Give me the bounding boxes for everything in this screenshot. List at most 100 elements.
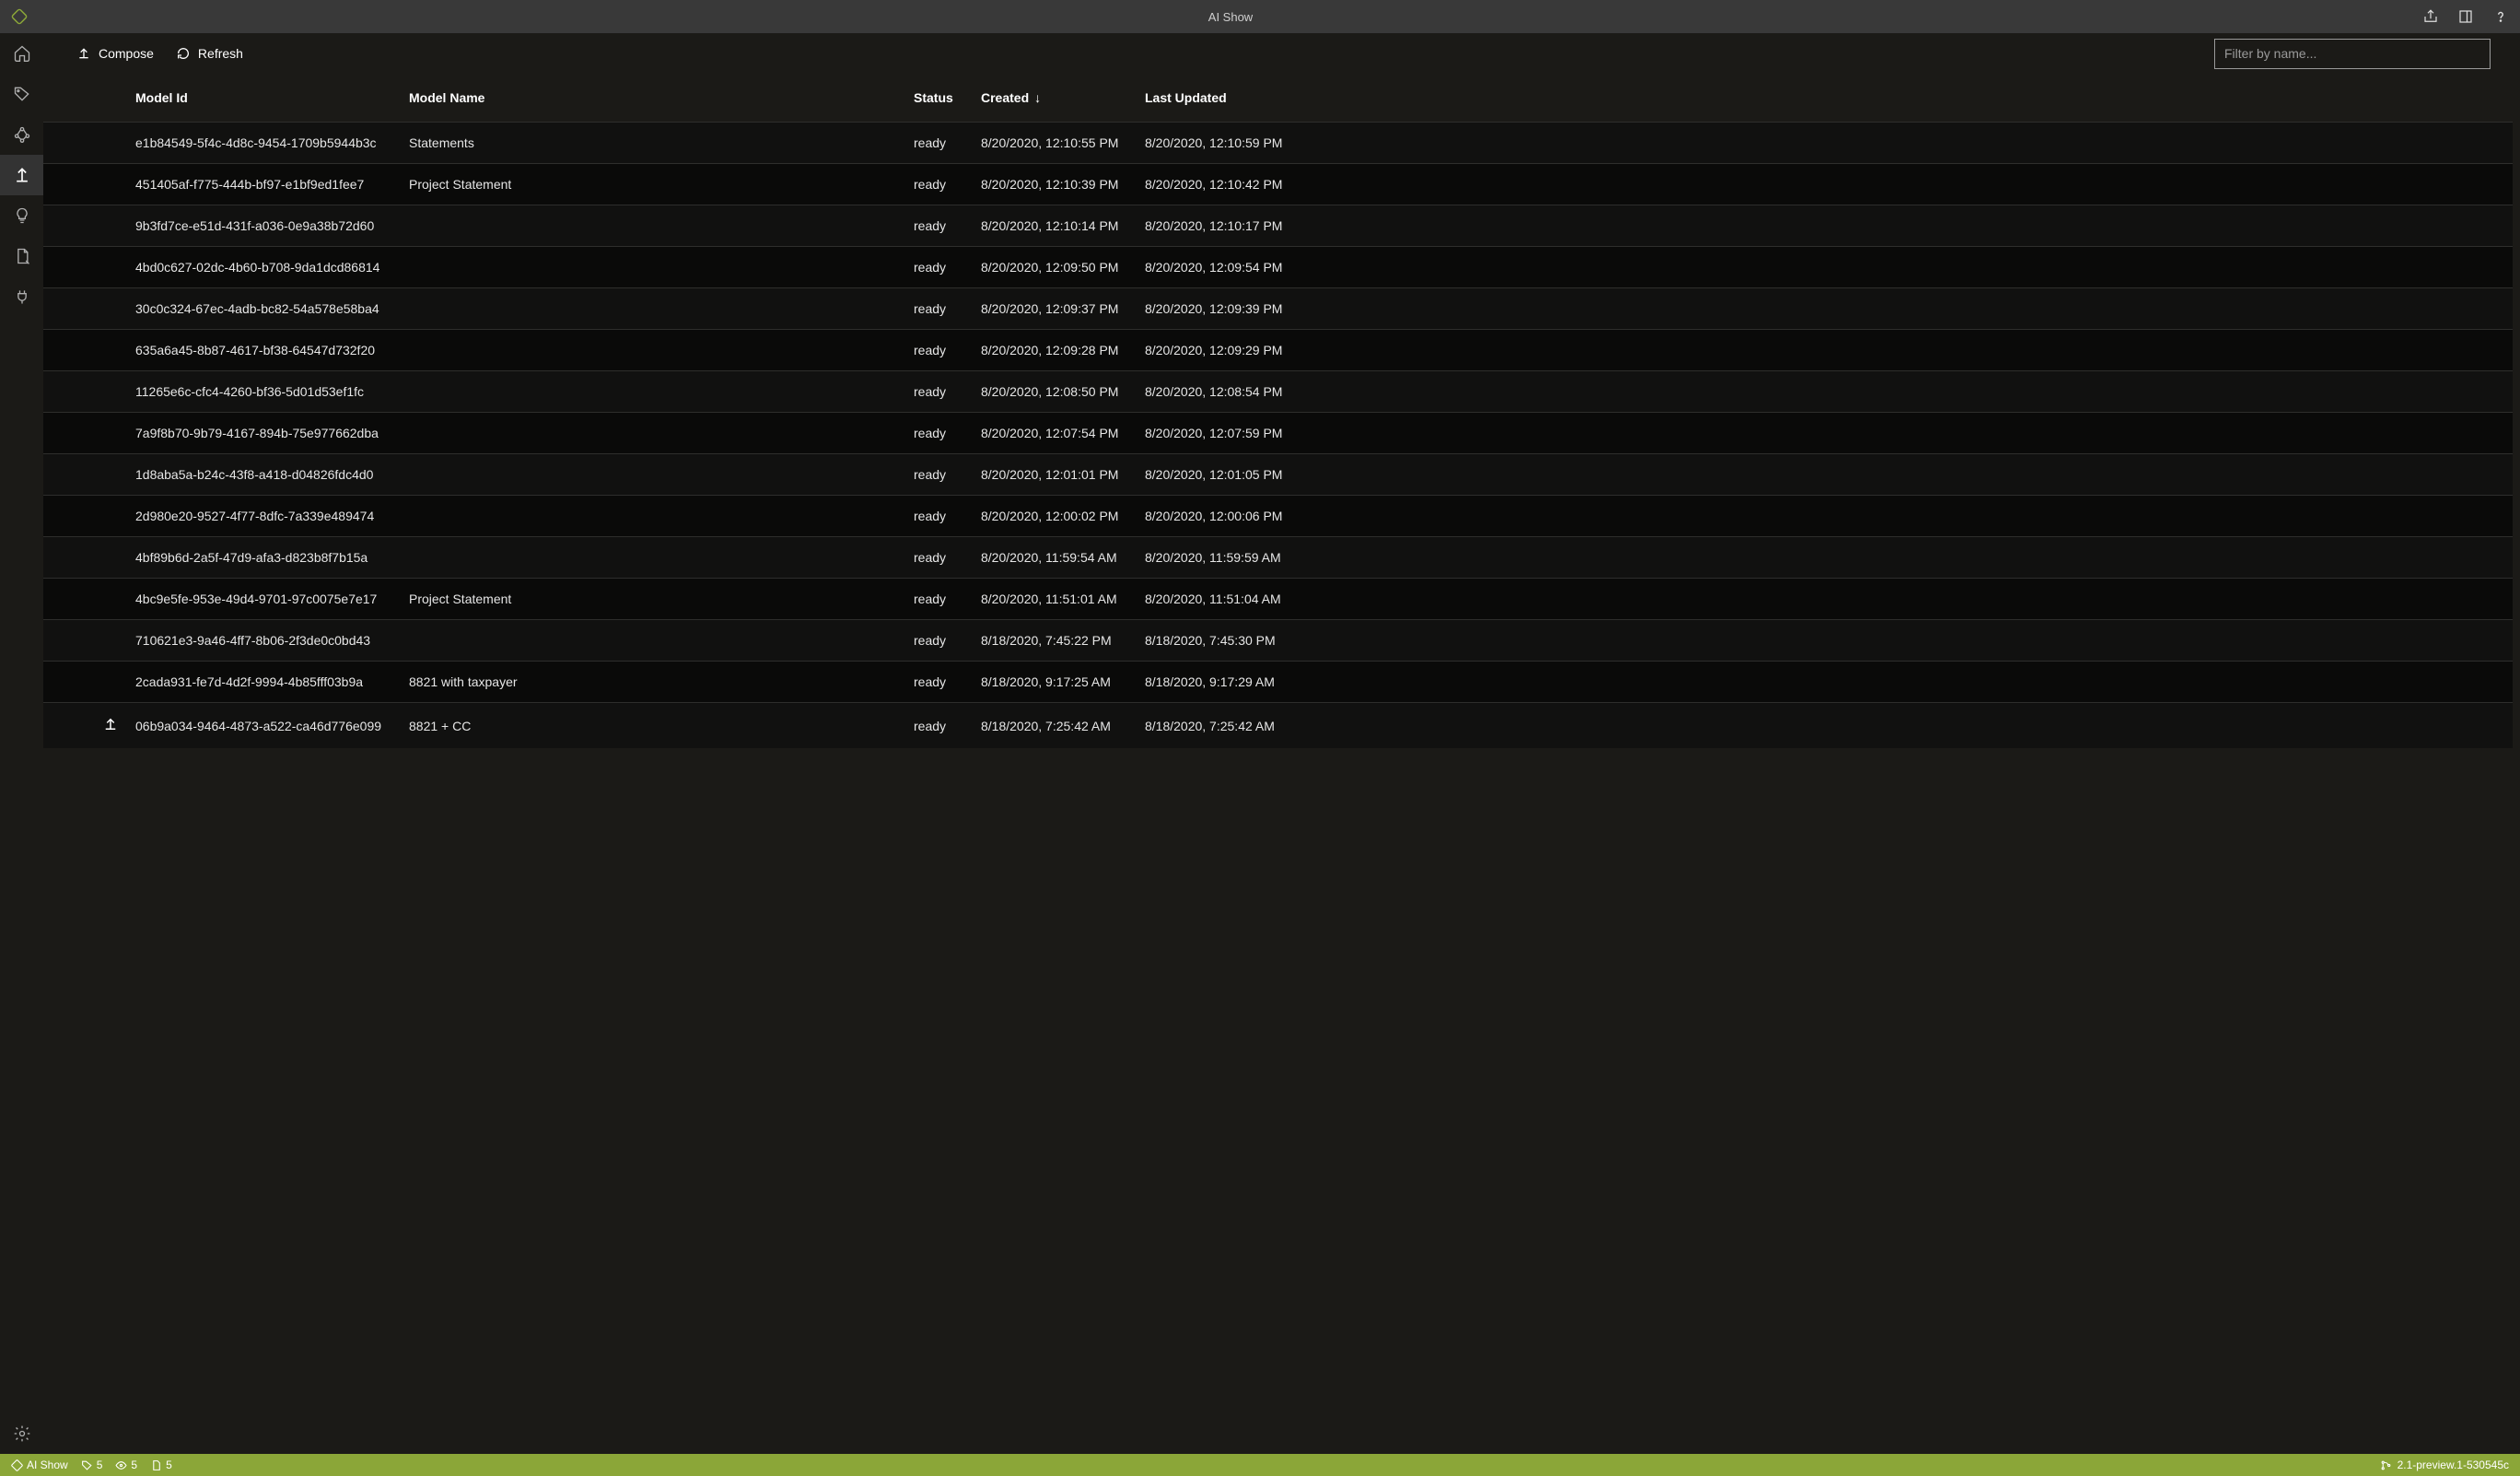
sidebar-item-compose[interactable] bbox=[0, 155, 43, 195]
titlebar: AI Show bbox=[0, 0, 2520, 33]
merge-icon bbox=[102, 716, 119, 732]
cell-status: ready bbox=[903, 123, 970, 164]
cell-updated: 8/20/2020, 12:10:59 PM bbox=[1134, 123, 2513, 164]
refresh-button[interactable]: Refresh bbox=[172, 42, 247, 64]
row-icon-cell bbox=[43, 620, 135, 662]
status-version[interactable]: 2.1-preview.1-530545c bbox=[2380, 1458, 2509, 1471]
sort-arrow-icon: ↓ bbox=[1034, 90, 1041, 105]
sidebar-item-settings[interactable] bbox=[0, 1413, 43, 1454]
cell-updated: 8/20/2020, 11:51:04 AM bbox=[1134, 579, 2513, 620]
table-row[interactable]: 06b9a034-9464-4873-a522-ca46d776e0998821… bbox=[43, 703, 2513, 749]
cell-name: Statements bbox=[398, 123, 903, 164]
cell-updated: 8/20/2020, 12:09:54 PM bbox=[1134, 247, 2513, 288]
row-icon-cell bbox=[43, 703, 135, 749]
cell-created: 8/20/2020, 12:01:01 PM bbox=[970, 454, 1134, 496]
row-icon-cell bbox=[43, 413, 135, 454]
statusbar: AI Show 5 5 5 2.1-preview.1-530545c bbox=[0, 1454, 2520, 1476]
cell-name bbox=[398, 247, 903, 288]
cell-id: 7a9f8b70-9b79-4167-894b-75e977662dba bbox=[135, 413, 398, 454]
table-row[interactable]: 1d8aba5a-b24c-43f8-a418-d04826fdc4d0read… bbox=[43, 454, 2513, 496]
row-icon-cell bbox=[43, 123, 135, 164]
cell-name bbox=[398, 330, 903, 371]
cell-updated: 8/20/2020, 12:01:05 PM bbox=[1134, 454, 2513, 496]
cell-updated: 8/20/2020, 12:10:17 PM bbox=[1134, 205, 2513, 247]
th-status[interactable]: Status bbox=[903, 74, 970, 123]
cell-created: 8/20/2020, 11:59:54 AM bbox=[970, 537, 1134, 579]
th-created[interactable]: Created↓ bbox=[970, 74, 1134, 123]
cell-id: 635a6a45-8b87-4617-bf38-64547d732f20 bbox=[135, 330, 398, 371]
table-row[interactable]: 2cada931-fe7d-4d2f-9994-4b85fff03b9a8821… bbox=[43, 662, 2513, 703]
models-table-container[interactable]: Model Id Model Name Status Created↓ Last… bbox=[43, 74, 2513, 1454]
toolbar: Compose Refresh bbox=[43, 33, 2520, 74]
cell-status: ready bbox=[903, 496, 970, 537]
row-icon-cell bbox=[43, 662, 135, 703]
cell-created: 8/20/2020, 12:09:37 PM bbox=[970, 288, 1134, 330]
panel-icon[interactable] bbox=[2457, 8, 2474, 25]
cell-id: 2cada931-fe7d-4d2f-9994-4b85fff03b9a bbox=[135, 662, 398, 703]
cell-id: 4bf89b6d-2a5f-47d9-afa3-d823b8f7b15a bbox=[135, 537, 398, 579]
status-project[interactable]: AI Show bbox=[11, 1458, 68, 1471]
sidebar-item-network[interactable] bbox=[0, 114, 43, 155]
refresh-label: Refresh bbox=[198, 46, 243, 61]
table-row[interactable]: 9b3fd7ce-e51d-431f-a036-0e9a38b72d60read… bbox=[43, 205, 2513, 247]
cell-id: 710621e3-9a46-4ff7-8b06-2f3de0c0bd43 bbox=[135, 620, 398, 662]
table-row[interactable]: 710621e3-9a46-4ff7-8b06-2f3de0c0bd43read… bbox=[43, 620, 2513, 662]
sidebar-item-tags[interactable] bbox=[0, 74, 43, 114]
row-icon-cell bbox=[43, 537, 135, 579]
status-tags[interactable]: 5 bbox=[81, 1458, 103, 1471]
sidebar-item-lightbulb[interactable] bbox=[0, 195, 43, 236]
cell-status: ready bbox=[903, 703, 970, 749]
th-model-id[interactable]: Model Id bbox=[135, 74, 398, 123]
cell-updated: 8/20/2020, 12:09:29 PM bbox=[1134, 330, 2513, 371]
th-model-name[interactable]: Model Name bbox=[398, 74, 903, 123]
th-last-updated[interactable]: Last Updated bbox=[1134, 74, 2513, 123]
cell-created: 8/20/2020, 12:08:50 PM bbox=[970, 371, 1134, 413]
table-row[interactable]: 451405af-f775-444b-bf97-e1bf9ed1fee7Proj… bbox=[43, 164, 2513, 205]
cell-created: 8/20/2020, 12:10:55 PM bbox=[970, 123, 1134, 164]
row-icon-cell bbox=[43, 164, 135, 205]
table-row[interactable]: 7a9f8b70-9b79-4167-894b-75e977662dbaread… bbox=[43, 413, 2513, 454]
cell-created: 8/20/2020, 12:07:54 PM bbox=[970, 413, 1134, 454]
row-icon-cell bbox=[43, 496, 135, 537]
table-row[interactable]: 4bc9e5fe-953e-49d4-9701-97c0075e7e17Proj… bbox=[43, 579, 2513, 620]
cell-status: ready bbox=[903, 662, 970, 703]
sidebar-item-plug[interactable] bbox=[0, 276, 43, 317]
help-icon[interactable] bbox=[2492, 8, 2509, 25]
cell-id: e1b84549-5f4c-4d8c-9454-1709b5944b3c bbox=[135, 123, 398, 164]
cell-created: 8/18/2020, 9:17:25 AM bbox=[970, 662, 1134, 703]
th-icon bbox=[43, 74, 135, 123]
cell-id: 06b9a034-9464-4873-a522-ca46d776e099 bbox=[135, 703, 398, 749]
table-row[interactable]: 11265e6c-cfc4-4260-bf36-5d01d53ef1fcread… bbox=[43, 371, 2513, 413]
cell-status: ready bbox=[903, 288, 970, 330]
table-row[interactable]: e1b84549-5f4c-4d8c-9454-1709b5944b3cStat… bbox=[43, 123, 2513, 164]
sidebar-item-document[interactable] bbox=[0, 236, 43, 276]
cell-name bbox=[398, 454, 903, 496]
cell-updated: 8/20/2020, 12:10:42 PM bbox=[1134, 164, 2513, 205]
cell-updated: 8/20/2020, 12:07:59 PM bbox=[1134, 413, 2513, 454]
status-docs[interactable]: 5 bbox=[150, 1458, 172, 1471]
table-row[interactable]: 4bf89b6d-2a5f-47d9-afa3-d823b8f7b15aread… bbox=[43, 537, 2513, 579]
cell-name bbox=[398, 496, 903, 537]
table-row[interactable]: 30c0c324-67ec-4adb-bc82-54a578e58ba4read… bbox=[43, 288, 2513, 330]
cell-created: 8/20/2020, 11:51:01 AM bbox=[970, 579, 1134, 620]
cell-id: 451405af-f775-444b-bf97-e1bf9ed1fee7 bbox=[135, 164, 398, 205]
filter-input[interactable] bbox=[2214, 39, 2491, 69]
table-row[interactable]: 4bd0c627-02dc-4b60-b708-9da1dcd86814read… bbox=[43, 247, 2513, 288]
cell-id: 1d8aba5a-b24c-43f8-a418-d04826fdc4d0 bbox=[135, 454, 398, 496]
table-row[interactable]: 2d980e20-9527-4f77-8dfc-7a339e489474read… bbox=[43, 496, 2513, 537]
cell-created: 8/20/2020, 12:00:02 PM bbox=[970, 496, 1134, 537]
table-row[interactable]: 635a6a45-8b87-4617-bf38-64547d732f20read… bbox=[43, 330, 2513, 371]
cell-created: 8/20/2020, 12:09:50 PM bbox=[970, 247, 1134, 288]
cell-status: ready bbox=[903, 371, 970, 413]
cell-name bbox=[398, 205, 903, 247]
cell-created: 8/20/2020, 12:10:14 PM bbox=[970, 205, 1134, 247]
cell-created: 8/18/2020, 7:25:42 AM bbox=[970, 703, 1134, 749]
share-icon[interactable] bbox=[2422, 8, 2439, 25]
compose-button[interactable]: Compose bbox=[73, 42, 158, 64]
cell-id: 4bc9e5fe-953e-49d4-9701-97c0075e7e17 bbox=[135, 579, 398, 620]
cell-updated: 8/20/2020, 12:00:06 PM bbox=[1134, 496, 2513, 537]
sidebar-item-home[interactable] bbox=[0, 33, 43, 74]
cell-updated: 8/20/2020, 12:08:54 PM bbox=[1134, 371, 2513, 413]
status-views[interactable]: 5 bbox=[115, 1458, 137, 1471]
cell-id: 4bd0c627-02dc-4b60-b708-9da1dcd86814 bbox=[135, 247, 398, 288]
